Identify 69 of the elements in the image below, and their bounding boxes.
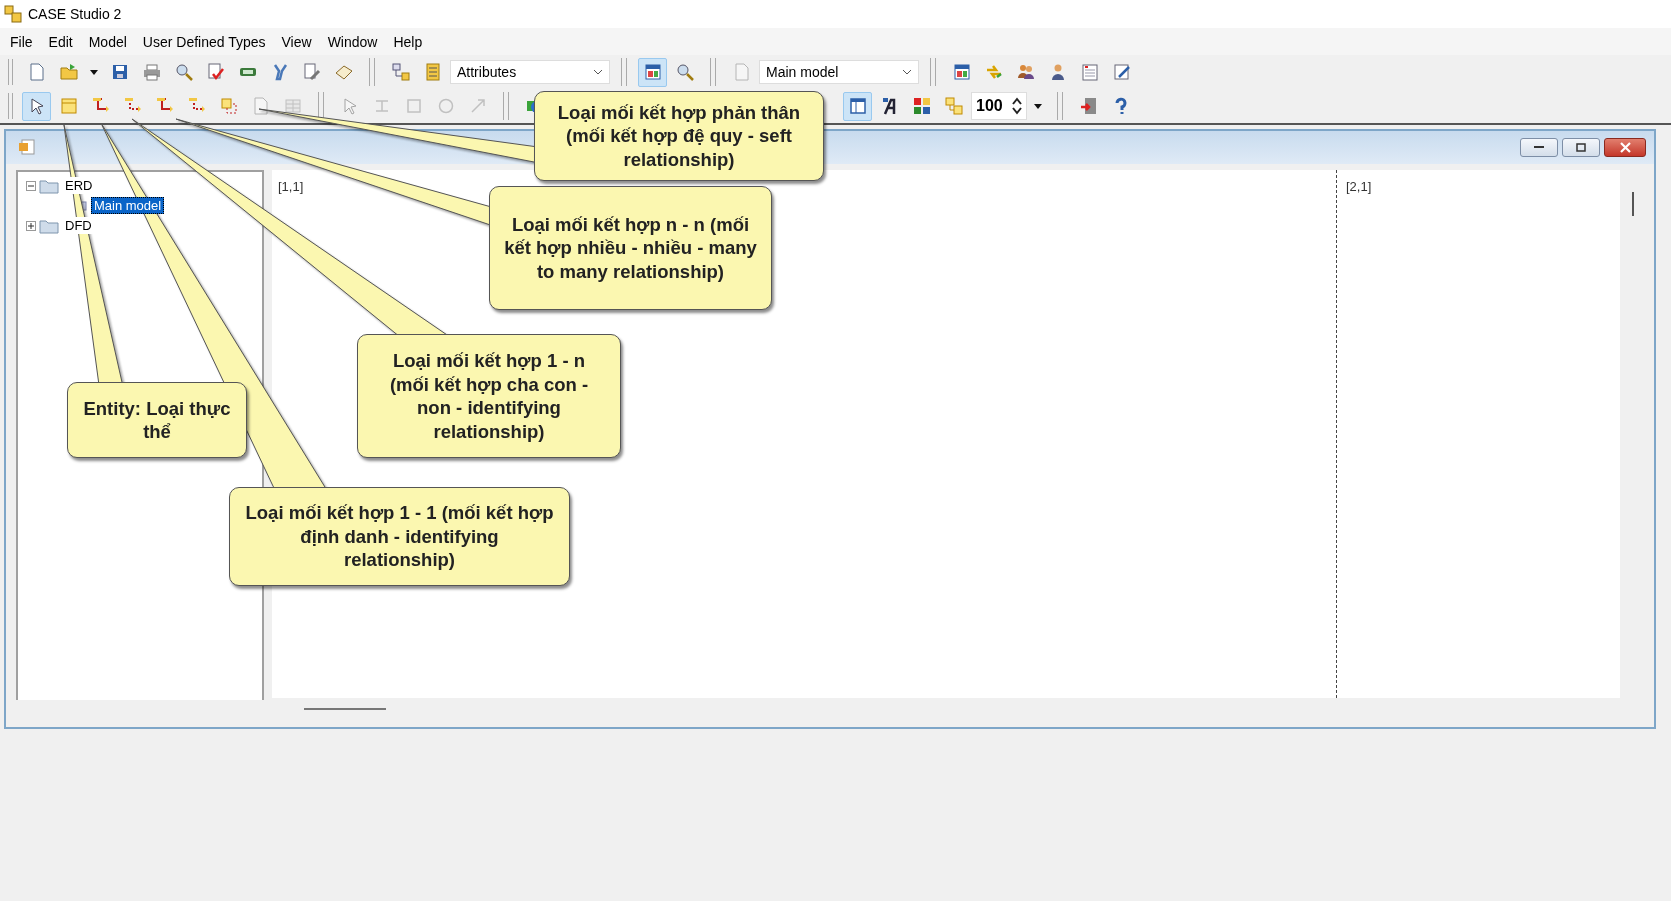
document-icon [251,97,270,115]
menu-item[interactable]: View [273,31,320,52]
grid-icon [283,97,302,115]
menu-item[interactable]: Window [319,31,386,52]
spin-arrows-icon [1011,96,1023,116]
toolbar-button[interactable] [638,57,667,87]
document-icon [18,138,36,157]
callout: Loại mối kết hợp 1 - 1 (mối kết hợp định danh - identifying relationship) [229,487,570,586]
menu-item[interactable]: User Defined Types [134,31,274,52]
page-label: [2,1] [1345,177,1373,196]
rel-dashed-icon [187,97,206,115]
scrollbar-thumb[interactable] [1632,191,1634,216]
people-icon [1016,63,1035,81]
window-title: CASE Studio 2 [28,6,122,22]
folder-icon [59,63,78,81]
magnifier-icon [675,63,694,81]
expand-icon[interactable] [26,220,36,231]
caret-icon [90,69,98,75]
circle-icon [436,97,455,115]
menu-item[interactable]: Model [80,31,135,52]
magnifier-icon [174,63,193,81]
rel-dashed-icon [123,97,142,115]
table-icon [643,63,662,81]
close-icon [1619,141,1631,153]
save-icon [110,63,129,81]
printer-icon [142,63,161,81]
menu-item[interactable]: Help [385,31,431,52]
callout: Loại mối kết hợp n - n (mối kết hợp nhiều - nhiều - many to many relationship) [489,186,772,310]
window-icon [848,97,867,115]
maximize-button[interactable] [1562,137,1600,157]
squares-icon [912,97,931,115]
square-icon [404,97,423,115]
chevron-icon [902,69,912,75]
caret-icon [1034,103,1042,109]
document-icon [27,63,46,81]
calendar-icon [1080,63,1099,81]
table-icon [952,63,971,81]
callout: Loại mối kết hợp phản thân (mối kết hợp đệ quy - seft relationship) [534,91,824,181]
callout: Entity: Loại thực thể [67,382,247,458]
folder-icon [39,217,59,234]
rel-solid-icon [91,97,110,115]
document-icon [732,63,751,81]
pencil-icon [1112,63,1131,81]
menu-item[interactable]: Edit [40,31,81,52]
index-icon [423,63,442,81]
collapse-icon[interactable] [26,180,36,191]
scrollbar-thumb[interactable] [304,707,386,710]
chevron-icon [593,69,603,75]
restore-icon [1576,142,1586,152]
door-icon [1079,97,1098,115]
entity-icon [59,97,78,115]
zoom-spinner[interactable]: 100 [971,92,1027,120]
self-rel-icon [219,97,238,115]
checklist-icon [206,63,225,81]
arrows-icon [984,63,1003,81]
folder-icon [39,177,59,194]
boxes-icon [944,97,963,115]
app-icon [4,5,22,23]
rel-solid-icon [155,97,174,115]
diagram-icon [391,63,410,81]
menu-item[interactable]: File [2,31,41,52]
combo-box[interactable]: Main model [759,60,919,84]
toolbar-button[interactable] [843,91,872,121]
combo-box[interactable]: Attributes [450,60,610,84]
callout: Loại mối kết hợp 1 - n (mối kết hợp cha con - non - identifying relationship) [357,334,621,458]
minimize-button[interactable] [1520,137,1558,157]
close-button[interactable] [1604,137,1646,157]
page-label: [1,1] [277,177,305,196]
tree-item[interactable]: Main model [91,197,165,215]
